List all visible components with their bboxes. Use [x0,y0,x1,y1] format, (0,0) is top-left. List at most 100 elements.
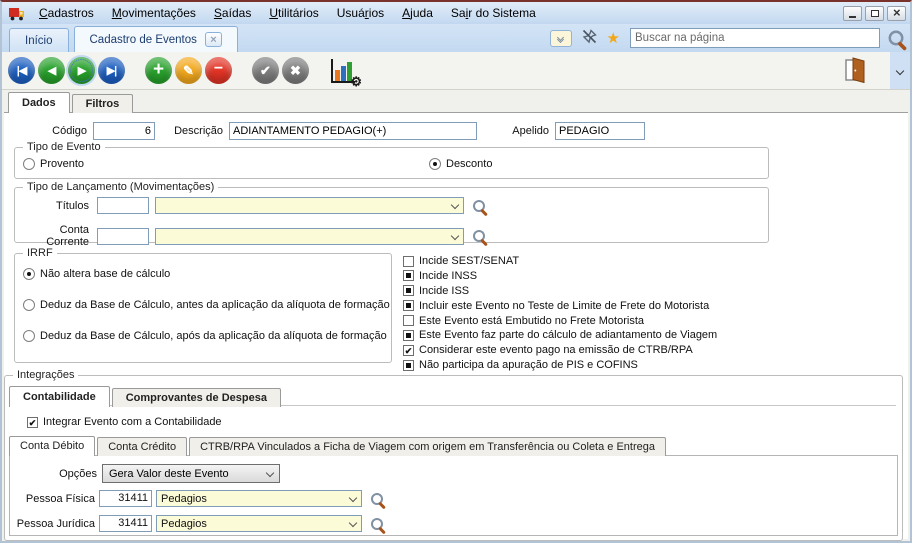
radio-icon [429,158,441,170]
search-icon[interactable] [473,230,485,242]
search-icon[interactable] [371,517,383,530]
flag-este-evento-faz-parte-do-calculo-de-adia[interactable]: Este Evento faz parte do cálculo de adia… [403,329,717,341]
next-record-button[interactable]: ▶ [68,57,95,84]
checkbox-label: Este Evento está Embutido no Frete Motor… [419,314,645,327]
toolbar-overflow-dropdown[interactable] [890,52,910,89]
checkbox-icon [403,315,414,327]
radio-option-nao-altera-base-de-calculo[interactable]: Não altera base de cálculo [23,268,391,280]
first-record-button[interactable]: |◀ [8,57,35,84]
cancel-button[interactable]: ✖ [282,57,309,84]
flag-incide-iss[interactable]: Incide ISS [403,285,717,297]
delete-button[interactable]: − [205,57,232,84]
search-input[interactable] [630,28,880,48]
flag-considerar-este-evento-pago-na-emissao-d[interactable]: ✔ Considerar este evento pago na emissão … [403,344,717,356]
radio-option-deduz-da-base-de-calculo-antes-da-aplica[interactable]: Deduz da Base de Cálculo, antes da aplic… [23,299,391,311]
opcoes-value: Gera Valor deste Evento [109,467,229,480]
exit-door-icon [843,56,867,86]
conta-corrente-row: Conta Corrente [17,224,768,248]
descricao-label: Descrição [174,125,223,137]
last-record-button[interactable]: ▶| [98,57,125,84]
tab-ctrb-rpa-vinculados-a-ficha-de-viagem-co[interactable]: CTRB/RPA Vinculados a Ficha de Viagem co… [189,437,666,456]
delete-icon: − [213,60,224,77]
checkbox-label: Incide SEST/SENAT [419,255,520,267]
tab-inicio[interactable]: Início [9,28,69,52]
codigo-label: Código [52,125,87,137]
tab-conta-debito[interactable]: Conta Débito [9,436,96,456]
titulos-code-input[interactable] [97,197,149,214]
flag-incide-sest-senat[interactable]: Incide SEST/SENAT [403,255,717,267]
tab-dados[interactable]: Dados [8,92,70,113]
conta-debito-panel: Opções Gera Valor deste Evento Pessoa Fí… [9,455,898,536]
pessoa-fisica-row: Pessoa Física 31411 Pedagios [10,490,383,507]
pessoa-juridica-code-input[interactable]: 31411 [99,515,152,532]
flag-este-evento-esta-embutido-no-frete-motor[interactable]: Este Evento está Embutido no Frete Motor… [403,315,717,327]
conta-corrente-combo[interactable] [155,227,464,245]
checkbox-icon: ✔ [27,416,38,428]
form-content: Código Descrição Apelido Tipo de Evento … [4,112,908,541]
unpin-icon[interactable] [582,29,597,47]
checkbox-icon [403,285,414,297]
descricao-input[interactable] [229,122,477,140]
flag-incluir-este-evento-no-teste-de-limite-d[interactable]: Incluir este Evento no Teste de Limite d… [403,300,717,312]
menu-item-movimentacoes[interactable]: Movimentações [103,2,205,24]
radio-option-deduz-da-base-de-calculo-apos-da-aplicac[interactable]: Deduz da Base de Cálculo, após da aplica… [23,330,391,342]
menu-item-usuarios[interactable]: Usuários [328,2,393,24]
pessoa-juridica-combo[interactable]: Pedagios [156,515,362,532]
document-tab-bar: Início Cadastro de Eventos [2,24,910,52]
close-button[interactable] [887,5,906,21]
codigo-input[interactable] [93,122,155,140]
checkbox-icon [403,270,414,282]
pessoa-fisica-combo[interactable]: Pedagios [156,490,362,507]
integrar-evento-checkbox[interactable]: ✔ Integrar Evento com a Contabilidade [27,416,222,428]
pessoa-fisica-code-input[interactable]: 31411 [99,490,152,507]
gear-icon [350,74,362,90]
conta-corrente-code-input[interactable] [97,227,149,245]
search-icon[interactable] [888,30,904,46]
opcoes-dropdown[interactable]: Gera Valor deste Evento [102,464,280,483]
statistics-chart-button[interactable] [326,57,360,84]
menu-item-ajuda[interactable]: Ajuda [393,2,442,24]
exit-button[interactable] [840,56,870,86]
minimize-button[interactable] [843,5,862,21]
chevron-down-icon [265,468,275,478]
favorite-star-icon[interactable] [607,31,620,46]
radio-icon [23,158,35,170]
tab-conta-credito[interactable]: Conta Crédito [97,437,188,456]
menu-item-utilitarios[interactable]: Utilitários [260,2,327,24]
checkbox-label: Integrar Evento com a Contabilidade [43,416,222,428]
form-area: DadosFiltros Código Descrição Apelido Ti… [2,90,910,541]
menu-item-sair-do-sistema[interactable]: Sair do Sistema [442,2,545,24]
combo-value: Pedagios [161,492,207,505]
combo-value: Pedagios [161,517,207,530]
tab-contabilidade[interactable]: Contabilidade [9,386,110,407]
menu-item-cadastros[interactable]: Cadastros [30,2,103,24]
confirm-button[interactable]: ✔ [252,57,279,84]
radio-option-provento[interactable]: Provento [23,158,429,170]
restore-button[interactable] [865,5,884,21]
tab-filtros[interactable]: Filtros [71,94,134,113]
add-button[interactable]: + [145,57,172,84]
flag-incide-inss[interactable]: Incide INSS [403,270,717,282]
app-logo-icon [8,6,26,21]
integracoes-tabs: Contabilidade Comprovantes de Despesa [9,386,283,407]
radio-option-desconto[interactable]: Desconto [429,158,492,170]
search-icon[interactable] [371,492,383,505]
page-tabs: Dados Filtros [8,92,135,113]
conta-corrente-label: Conta Corrente [46,224,89,248]
flag-nao-participa-da-apuracao-de-pis-e-cofin[interactable]: Não participa da apuração de PIS e COFIN… [403,359,717,371]
close-tab-icon[interactable] [204,32,222,47]
previous-record-button[interactable]: ◀ [38,57,65,84]
tab-label: Cadastro de Eventos [89,33,197,46]
titulos-combo[interactable] [155,197,464,214]
tab-comprovantes-de-despesa[interactable]: Comprovantes de Despesa [111,388,281,407]
edit-button[interactable]: ✎ [175,57,202,84]
checkbox-label: Considerar este evento pago na emissão d… [419,344,693,357]
tab-cadastro-de-eventos[interactable]: Cadastro de Eventos [73,26,238,52]
tab-bar-tools [549,28,908,52]
menu-item-saidas[interactable]: Saídas [205,2,260,24]
first-record-icon: |◀ [16,65,28,77]
tab-list-icon[interactable] [549,29,572,47]
apelido-input[interactable] [555,122,645,140]
apelido-label: Apelido [512,125,549,137]
search-icon[interactable] [473,199,485,212]
